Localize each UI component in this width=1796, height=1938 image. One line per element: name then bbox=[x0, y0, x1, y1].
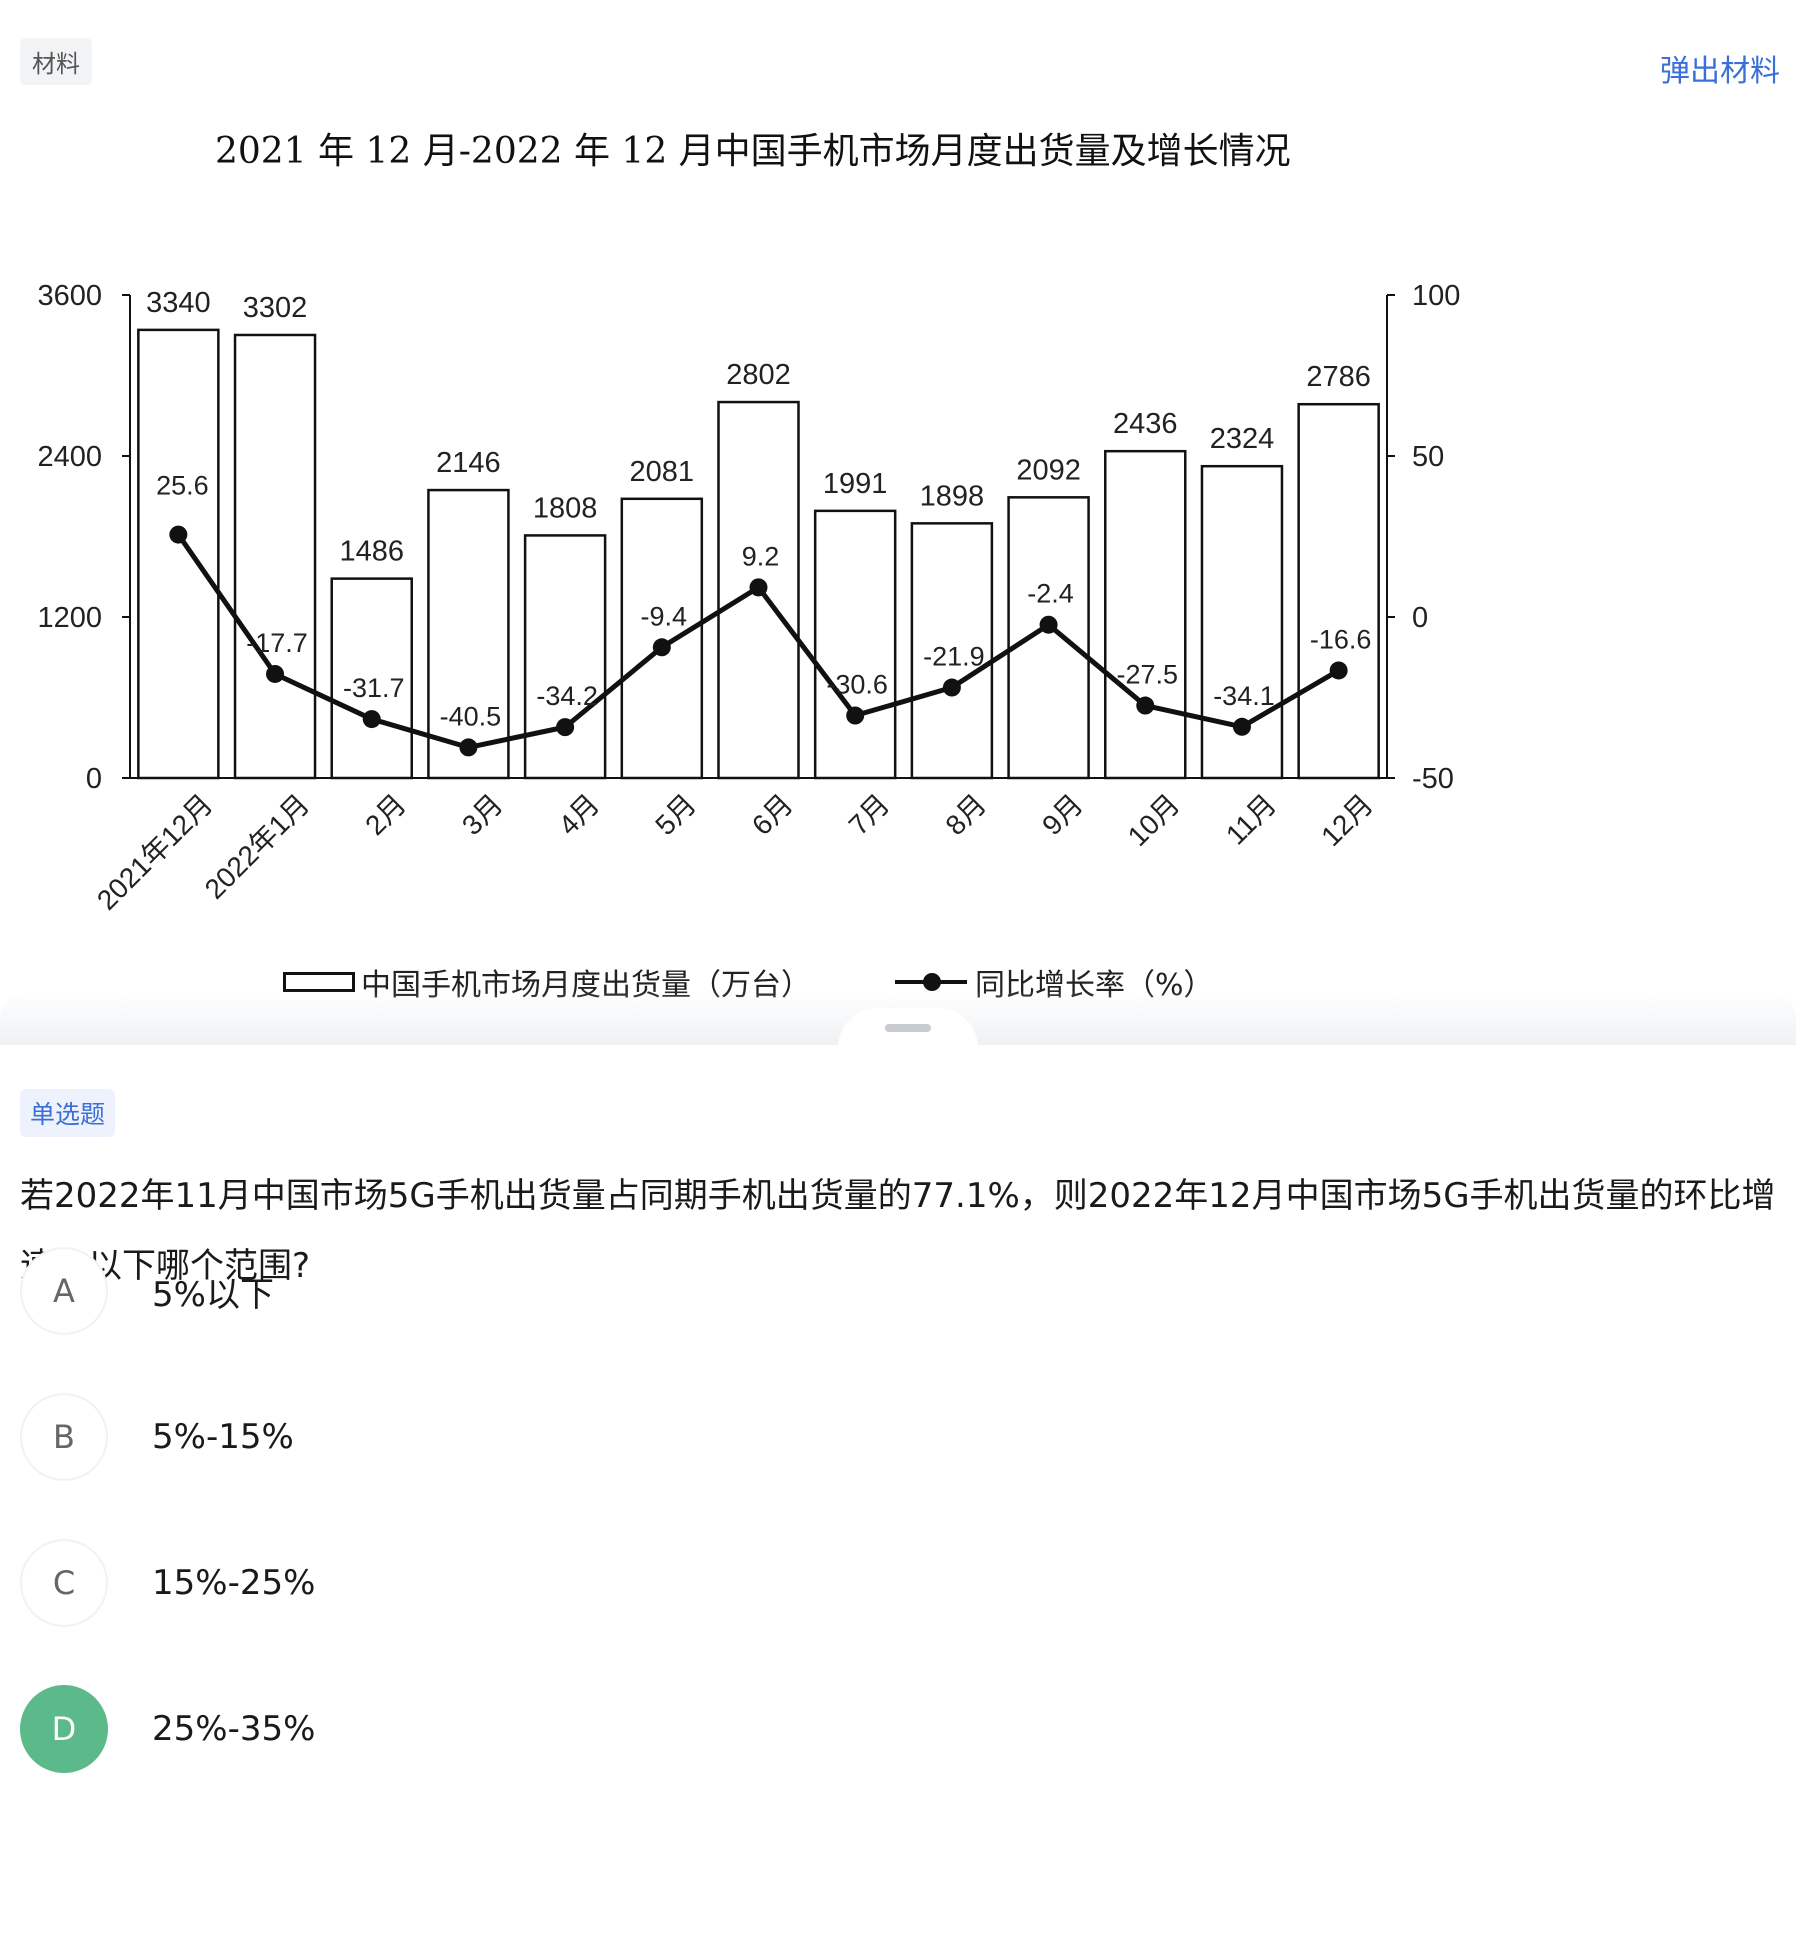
x-category-label: 3月 bbox=[456, 788, 509, 841]
x-category-label: 2022年1月 bbox=[199, 788, 316, 905]
bar bbox=[1297, 402, 1380, 780]
bar bbox=[813, 509, 897, 780]
growth-rate-point bbox=[749, 578, 768, 597]
growth-rate-label: -2.4 bbox=[1027, 579, 1074, 609]
bar-value-label: 1898 bbox=[920, 480, 985, 512]
growth-rate-label: -30.6 bbox=[826, 670, 888, 700]
chart: 0 1200 2400 3600 -50 0 50 100 3340 3302 1486 2146 18… bbox=[37, 280, 1460, 916]
bar-value-label: 1486 bbox=[339, 536, 404, 568]
right-tick-label: -50 bbox=[1412, 763, 1454, 795]
bar-value-label: 3302 bbox=[243, 292, 308, 324]
option-b[interactable]: B 5%-15% bbox=[20, 1391, 1760, 1483]
right-tick-label: 0 bbox=[1412, 602, 1428, 634]
x-category-label: 12月 bbox=[1315, 788, 1379, 852]
growth-rate-point bbox=[942, 678, 961, 697]
left-tick-label: 1200 bbox=[37, 602, 102, 634]
growth-rate-point bbox=[266, 664, 285, 683]
growth-rate-point bbox=[652, 638, 671, 657]
growth-rate-point bbox=[1232, 717, 1251, 736]
option-a[interactable]: A 5%以下 bbox=[20, 1245, 1760, 1337]
question-type-badge: 单选题 bbox=[20, 1089, 116, 1137]
growth-rate-point bbox=[846, 706, 865, 725]
drag-handle[interactable] bbox=[885, 1024, 931, 1032]
x-category-label: 8月 bbox=[939, 788, 992, 841]
option-b-letter: B bbox=[20, 1393, 108, 1481]
left-tick-label: 3600 bbox=[37, 280, 102, 312]
growth-rate-point bbox=[362, 710, 381, 729]
bar bbox=[1007, 496, 1090, 780]
growth-rate-label: -40.5 bbox=[440, 701, 502, 731]
option-c-text: 15%-25% bbox=[152, 1563, 316, 1603]
option-c[interactable]: C 15%-25% bbox=[20, 1537, 1760, 1629]
x-category-label: 5月 bbox=[649, 788, 702, 841]
option-c-letter: C bbox=[20, 1539, 108, 1627]
app-root: 材料 弹出材料 2021 年 12 月-2022 年 12 月中国手机市场月度出… bbox=[0, 0, 1796, 1938]
x-category-label: 6月 bbox=[746, 788, 799, 841]
growth-rate-label: -34.2 bbox=[536, 681, 598, 711]
legend-line-swatch bbox=[895, 973, 967, 991]
bar-value-label: 2802 bbox=[726, 359, 791, 391]
bar-value-label: 2786 bbox=[1306, 361, 1371, 393]
bar bbox=[523, 534, 607, 780]
right-tick-label: 100 bbox=[1412, 280, 1460, 312]
x-category-label: 2021年12月 bbox=[91, 788, 219, 916]
bar bbox=[1104, 449, 1187, 780]
bar-value-label: 1808 bbox=[533, 492, 598, 524]
left-tick-label: 2400 bbox=[37, 441, 102, 473]
bar-value-label: 2324 bbox=[1210, 423, 1275, 455]
legend-bar-swatch bbox=[283, 972, 355, 992]
growth-rate-point bbox=[556, 718, 575, 737]
option-a-text: 5%以下 bbox=[152, 1274, 274, 1315]
growth-rate-point bbox=[1039, 615, 1058, 634]
growth-rate-point bbox=[169, 525, 188, 544]
option-a-letter: A bbox=[20, 1247, 108, 1335]
growth-rate-label: -17.7 bbox=[246, 628, 308, 658]
option-d-letter: D bbox=[20, 1685, 108, 1773]
bar-value-label: 2081 bbox=[630, 456, 695, 488]
x-category-label: 11月 bbox=[1220, 788, 1282, 850]
option-d[interactable]: D 25%-35% bbox=[20, 1683, 1760, 1775]
growth-rate-label: -9.4 bbox=[641, 601, 688, 631]
right-tick-label: 50 bbox=[1412, 441, 1444, 473]
material-panel: 材料 弹出材料 2021 年 12 月-2022 年 12 月中国手机市场月度出… bbox=[0, 0, 1796, 1045]
x-category-label: 7月 bbox=[843, 788, 896, 841]
option-d-text: 25%-35% bbox=[152, 1709, 316, 1749]
bar-value-label: 2092 bbox=[1016, 454, 1081, 486]
bar-value-label: 2436 bbox=[1113, 408, 1178, 440]
x-category-label: 9月 bbox=[1036, 788, 1089, 841]
growth-rate-label: 25.6 bbox=[156, 471, 209, 501]
growth-rate-label: -34.1 bbox=[1213, 681, 1275, 711]
bar bbox=[137, 328, 220, 780]
x-category-label: 4月 bbox=[553, 788, 606, 841]
growth-rate-label: -16.6 bbox=[1310, 624, 1372, 654]
left-tick-label: 0 bbox=[86, 763, 102, 795]
option-b-text: 5%-15% bbox=[152, 1417, 294, 1457]
x-category-label: 2月 bbox=[359, 788, 412, 841]
bar bbox=[427, 488, 510, 780]
bar-value-label: 1991 bbox=[823, 468, 888, 500]
bar-value-label: 3340 bbox=[146, 287, 211, 319]
bar bbox=[233, 333, 317, 780]
growth-rate-label: 9.2 bbox=[742, 541, 780, 571]
bar-value-label: 2146 bbox=[436, 447, 501, 479]
x-category-label: 10月 bbox=[1122, 788, 1186, 852]
growth-rate-point bbox=[1136, 696, 1155, 715]
growth-rate-label: -31.7 bbox=[343, 673, 405, 703]
growth-rate-point bbox=[1329, 661, 1348, 680]
question-panel: 单选题 若2022年11月中国市场5G手机出货量占同期手机出货量的77.1%，则… bbox=[0, 1045, 1796, 1938]
growth-rate-label: -27.5 bbox=[1116, 660, 1178, 690]
growth-rate-label: -21.9 bbox=[923, 642, 985, 672]
growth-rate-point bbox=[459, 738, 478, 757]
sheet-drag-handle-area[interactable] bbox=[838, 1008, 978, 1045]
